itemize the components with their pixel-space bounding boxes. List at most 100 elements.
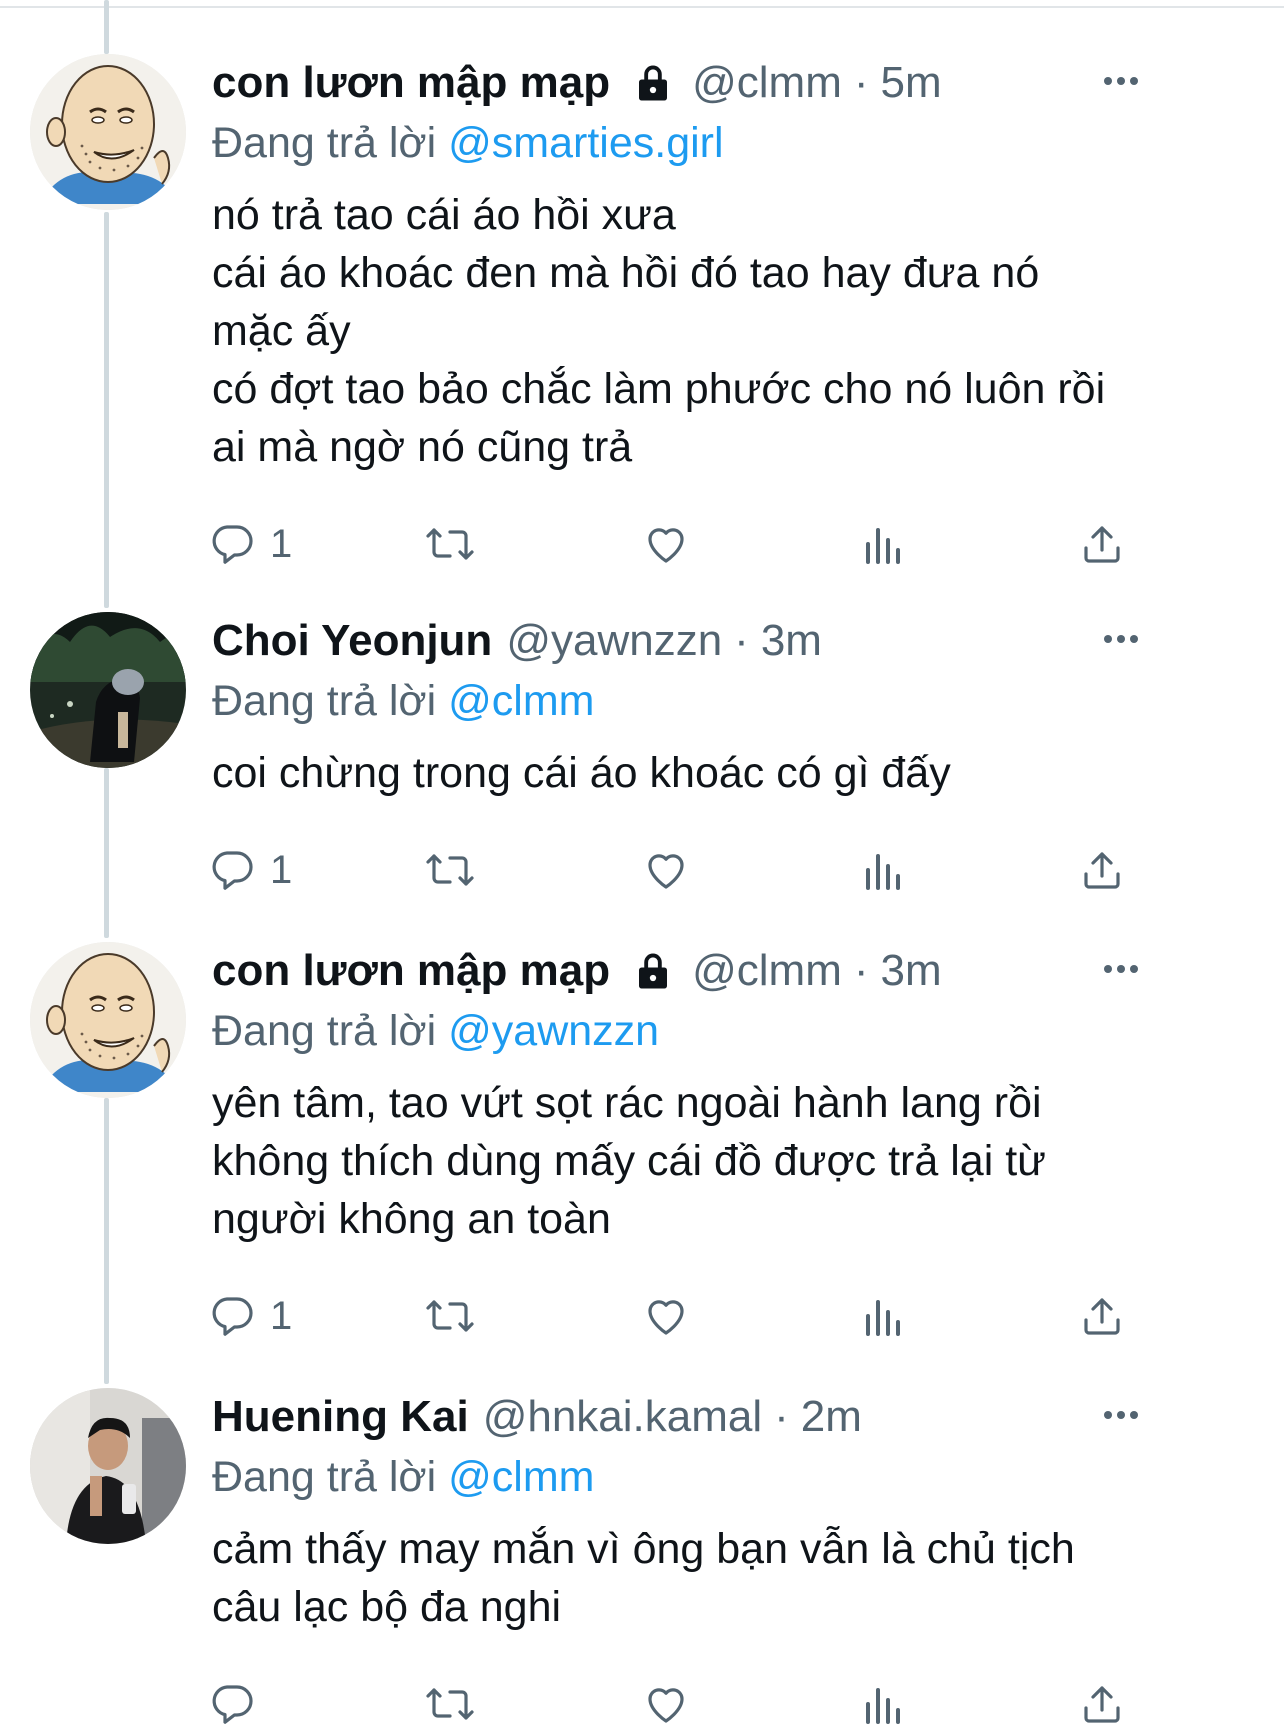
handle[interactable]: @clmm: [692, 54, 842, 112]
separator-dot: ·: [853, 58, 869, 107]
like-button[interactable]: [642, 840, 690, 900]
views-button[interactable]: [862, 514, 906, 574]
retweet-button[interactable]: [424, 1674, 476, 1734]
handle[interactable]: @yawnzzn: [506, 612, 722, 670]
retweet-icon: [424, 1292, 476, 1340]
display-name[interactable]: con lươn mập mạp: [212, 942, 610, 1000]
replying-to-link[interactable]: @yawnzzn: [448, 1007, 659, 1055]
reply-count: 1: [270, 1293, 293, 1338]
top-divider: [0, 0, 1284, 8]
share-icon: [1078, 520, 1126, 568]
like-button[interactable]: [642, 1674, 690, 1734]
views-icon: [862, 846, 906, 894]
share-button[interactable]: [1078, 514, 1126, 574]
thread-connector: [104, 768, 109, 938]
action-bar: 1: [212, 840, 1152, 900]
replying-to: Đang trả lời @clmm: [212, 1448, 1232, 1506]
more-button[interactable]: [1096, 62, 1146, 102]
reply-icon: [208, 520, 256, 568]
share-icon: [1078, 846, 1126, 894]
tweet-text-line: yên tâm, tao vứt sọt rác ngoài hành lang…: [212, 1079, 1042, 1127]
separator-dot: ·: [853, 946, 869, 995]
retweet-button[interactable]: [424, 514, 476, 574]
reply-button[interactable]: 1: [208, 1286, 292, 1346]
tweet-text-line: mặc ấy: [212, 307, 351, 355]
retweet-button[interactable]: [424, 1286, 476, 1346]
tweet-text-line: nó trả tao cái áo hồi xưa: [212, 191, 676, 239]
timestamp[interactable]: 3m: [881, 942, 942, 1000]
timestamp[interactable]: 2m: [801, 1388, 862, 1446]
replying-to-link[interactable]: @clmm: [448, 1453, 594, 1501]
avatar[interactable]: [30, 54, 186, 210]
replying-to-link[interactable]: @smarties.girl: [448, 119, 723, 167]
retweet-icon: [424, 520, 476, 568]
avatar[interactable]: [30, 1388, 186, 1544]
views-button[interactable]: [862, 1674, 906, 1734]
reply-button[interactable]: [208, 1674, 256, 1734]
share-button[interactable]: [1078, 1286, 1126, 1346]
replying-to: Đang trả lời @clmm: [212, 672, 1232, 730]
replying-to-link[interactable]: @clmm: [448, 677, 594, 725]
handle[interactable]: @clmm: [692, 942, 842, 1000]
like-button[interactable]: [642, 1286, 690, 1346]
reply-icon: [208, 1680, 256, 1728]
retweet-icon: [424, 1680, 476, 1728]
views-button[interactable]: [862, 840, 906, 900]
cartoon-avatar-image: [30, 942, 186, 1098]
replying-to: Đang trả lời @smarties.girl: [212, 114, 1232, 172]
replying-to-label: Đang trả lời: [212, 677, 449, 725]
separator-dot: ·: [774, 1392, 789, 1441]
tweet-text-line: câu lạc bộ đa nghi: [212, 1583, 562, 1631]
replying-to-label: Đang trả lời: [212, 119, 449, 167]
display-name[interactable]: con lươn mập mạp: [212, 54, 610, 112]
like-button[interactable]: [642, 514, 690, 574]
cartoon-avatar-image: [30, 54, 186, 210]
tweet-content: Choi Yeonjun @yawnzzn · 3m Đang trả lời …: [212, 612, 1232, 900]
tweet-text-line: có đợt tao bảo chắc làm phước cho nó luô…: [212, 365, 1106, 413]
action-bar: 1: [212, 1286, 1152, 1346]
avatar[interactable]: [30, 942, 186, 1098]
tweet-content: con lươn mập mạp @clmm · 3m Đang trả lời…: [212, 942, 1232, 1346]
thread-connector: [104, 0, 109, 54]
action-bar: 1: [212, 514, 1152, 574]
display-name[interactable]: Huening Kai: [212, 1388, 469, 1446]
tweet-header: Choi Yeonjun @yawnzzn · 3m: [212, 612, 1232, 670]
reply-icon: [208, 846, 256, 894]
more-icon: [1103, 961, 1139, 979]
timestamp[interactable]: 5m: [881, 54, 942, 112]
replying-to: Đang trả lời @yawnzzn: [212, 1002, 1232, 1060]
heart-icon: [642, 1680, 690, 1728]
tweet-header: con lươn mập mạp @clmm · 3m: [212, 942, 1232, 1000]
handle[interactable]: @hnkai.kamal: [483, 1388, 762, 1446]
more-button[interactable]: [1096, 1396, 1146, 1436]
replying-to-label: Đang trả lời: [212, 1007, 449, 1055]
share-button[interactable]: [1078, 1674, 1126, 1734]
retweet-icon: [424, 846, 476, 894]
reply-icon: [208, 1292, 256, 1340]
tweet-text: yên tâm, tao vứt sọt rác ngoài hành lang…: [212, 1074, 1232, 1248]
tweet-header: con lươn mập mạp @clmm · 5m: [212, 54, 1232, 112]
tweet-text: nó trả tao cái áo hồi xưa cái áo khoác đ…: [212, 186, 1232, 476]
reply-button[interactable]: 1: [208, 840, 292, 900]
views-button[interactable]: [862, 1286, 906, 1346]
tweet-text-line: không thích dùng mấy cái đồ được trả lại…: [212, 1137, 1046, 1185]
lock-icon: [632, 62, 674, 104]
thread-connector: [104, 1098, 109, 1384]
tweet-content: Huening Kai @hnkai.kamal · 2m Đang trả l…: [212, 1388, 1232, 1734]
timestamp[interactable]: 3m: [761, 612, 822, 670]
tweet-content: con lươn mập mạp @clmm · 5m Đang trả lời…: [212, 54, 1232, 574]
views-icon: [862, 1680, 906, 1728]
more-button[interactable]: [1096, 950, 1146, 990]
tweet-text: coi chừng trong cái áo khoác có gì đấy: [212, 744, 1232, 802]
separator-dot: ·: [734, 616, 749, 665]
reply-button[interactable]: 1: [208, 514, 292, 574]
share-icon: [1078, 1292, 1126, 1340]
thread-connector: [104, 212, 109, 608]
more-icon: [1103, 73, 1139, 91]
avatar[interactable]: [30, 612, 186, 768]
share-button[interactable]: [1078, 840, 1126, 900]
more-button[interactable]: [1096, 620, 1146, 660]
retweet-button[interactable]: [424, 840, 476, 900]
display-name[interactable]: Choi Yeonjun: [212, 612, 492, 670]
heart-icon: [642, 520, 690, 568]
